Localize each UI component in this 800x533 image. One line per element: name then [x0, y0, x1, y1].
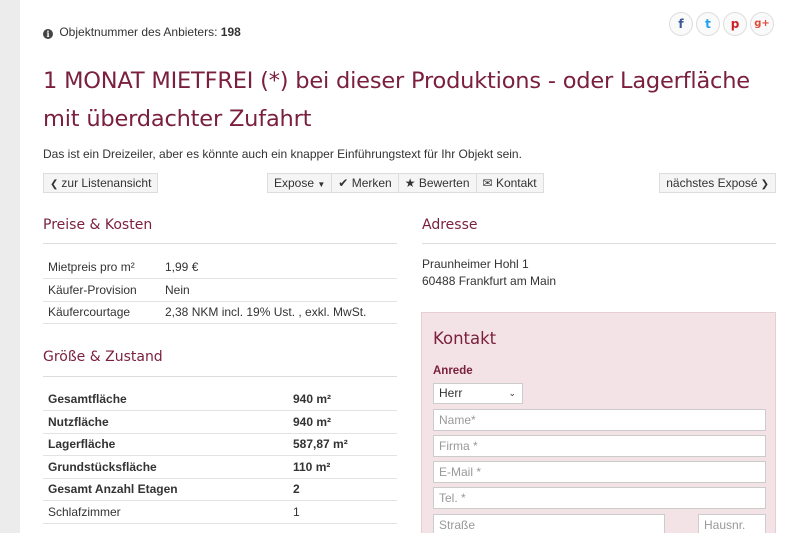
- contact-form: Kontakt Anrede Herr ⌄: [421, 312, 776, 533]
- object-number: i Objektnummer des Anbieters: 198: [43, 25, 241, 39]
- size-section-title: Größe & Zustand: [43, 349, 163, 365]
- caret-down-icon: ▼: [317, 180, 326, 189]
- envelope-icon: ✉: [482, 176, 493, 190]
- row-label: Käufercourtage: [43, 300, 160, 324]
- row-value: 1,99 €: [165, 260, 199, 274]
- company-input[interactable]: [433, 435, 766, 457]
- address-block: Praunheimer Hohl 1 60488 Frankfurt am Ma…: [422, 256, 556, 290]
- table-row: Gesamt Anzahl Etagen 2: [43, 477, 397, 501]
- table-row: Grundstücksfläche 110 m²: [43, 455, 397, 478]
- next-expose-button[interactable]: nächstes Exposé ❯: [659, 173, 776, 193]
- intro-text: Das ist ein Dreizeiler, aber es könnte a…: [43, 147, 522, 161]
- prices-divider: [43, 243, 397, 244]
- name-input[interactable]: [433, 409, 766, 431]
- address-section-title: Adresse: [422, 217, 478, 233]
- facebook-icon[interactable]: f: [669, 12, 693, 36]
- row-value: 1: [288, 500, 397, 524]
- object-number-value: 198: [220, 25, 241, 39]
- kontakt-label: Kontakt: [495, 176, 537, 190]
- google-plus-icon[interactable]: g+: [750, 12, 774, 36]
- row-value: 2,38 NKM incl. 19% Ust. , exkl. MwSt.: [160, 300, 397, 324]
- table-row: Gesamtfläche 940 m²: [43, 388, 397, 411]
- twitter-icon[interactable]: t: [696, 12, 720, 36]
- row-label: Lagerfläche: [43, 432, 288, 456]
- salutation-label: Anrede: [433, 365, 473, 377]
- table-row: Käufer-Provision Nein: [43, 278, 397, 301]
- row-value: 110 m²: [288, 455, 397, 478]
- table-row: Schlafzimmer 1: [43, 500, 397, 524]
- object-number-label: Objektnummer des Anbieters:: [59, 25, 218, 39]
- phone-input[interactable]: [433, 487, 766, 509]
- page: i Objektnummer des Anbieters: 198 f t p …: [20, 0, 800, 533]
- kontakt-button[interactable]: ✉ Kontakt: [477, 174, 543, 192]
- address-divider: [422, 243, 776, 244]
- chevron-right-icon: ❯: [760, 179, 769, 190]
- table-row: Mietpreis pro m² 1,99 €: [43, 256, 397, 279]
- chevron-left-icon: ❮: [50, 179, 59, 190]
- next-expose-label: nächstes Exposé: [666, 176, 758, 190]
- action-button-group: Expose ▼ ✔ Merken ★ Bewerten ✉ Kontakt: [267, 173, 544, 193]
- contact-form-title: Kontakt: [433, 329, 497, 348]
- back-to-list-label: zur Listenansicht: [61, 176, 152, 190]
- row-label: Gesamt Anzahl Etagen: [43, 477, 288, 501]
- row-label: Käufer-Provision: [43, 278, 160, 301]
- check-icon: ✔: [338, 176, 349, 190]
- table-row: Käufercourtage 2,38 NKM incl. 19% Ust. , …: [43, 300, 397, 324]
- row-label: Schlafzimmer: [43, 500, 288, 524]
- row-label: Grundstücksfläche: [43, 455, 288, 478]
- merken-label: Merken: [351, 176, 392, 190]
- row-value: Nein: [160, 278, 397, 301]
- prices-table: Mietpreis pro m² 1,99 € Käufer-Provision N…: [43, 256, 397, 324]
- chevron-down-icon: ⌄: [508, 388, 516, 398]
- star-icon: ★: [404, 176, 416, 190]
- row-value: 940 m²: [293, 392, 332, 406]
- expose-dropdown-button[interactable]: Expose ▼: [268, 174, 333, 192]
- size-divider: [43, 376, 397, 377]
- table-row: Lagerfläche 587,87 m²: [43, 432, 397, 456]
- housenr-input[interactable]: [698, 514, 766, 533]
- row-value: 2: [288, 477, 397, 501]
- salutation-select[interactable]: Herr ⌄: [433, 383, 523, 404]
- back-to-list-button[interactable]: ❮ zur Listenansicht: [43, 173, 159, 193]
- table-row: Nutzfläche 940 m²: [43, 410, 397, 433]
- row-label: Nutzfläche: [43, 410, 288, 433]
- street-input[interactable]: [433, 514, 665, 533]
- info-icon: i: [43, 29, 53, 39]
- size-table: Gesamtfläche 940 m² Nutzfläche 940 m² Lage…: [43, 388, 397, 524]
- expose-label: Expose: [274, 176, 315, 190]
- bewerten-button[interactable]: ★ Bewerten: [399, 174, 477, 192]
- bewerten-label: Bewerten: [418, 176, 470, 190]
- row-value: 587,87 m²: [288, 432, 397, 456]
- email-input[interactable]: [433, 461, 766, 483]
- row-label: Gesamtfläche: [48, 392, 127, 406]
- prices-section-title: Preise & Kosten: [43, 217, 153, 233]
- address-city: 60488 Frankfurt am Main: [422, 274, 557, 288]
- salutation-value: Herr: [439, 386, 463, 400]
- row-label: Mietpreis pro m²: [48, 260, 135, 274]
- merken-button[interactable]: ✔ Merken: [332, 174, 399, 192]
- pinterest-icon[interactable]: p: [723, 12, 747, 36]
- address-street: Praunheimer Hohl 1: [422, 257, 529, 271]
- row-value: 940 m²: [288, 410, 397, 433]
- page-title: 1 MONAT MIETFREI (*) bei dieser Produkti…: [43, 68, 750, 132]
- social-share-bar: f t p g+: [669, 12, 774, 36]
